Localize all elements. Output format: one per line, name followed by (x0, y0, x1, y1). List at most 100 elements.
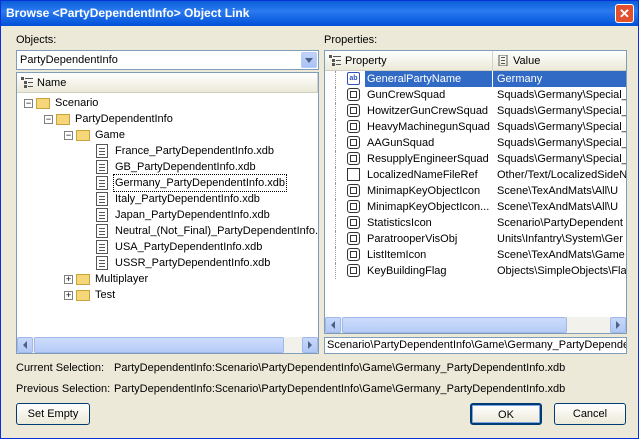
tree-connector (335, 87, 337, 103)
object-tree-panel[interactable]: Name − Scenario − PartyDependentInfo − Game Fr… (16, 72, 319, 354)
collapse-icon[interactable]: − (44, 115, 53, 124)
tree-item[interactable]: France_PartyDependentInfo.xdb (17, 143, 318, 159)
property-row[interactable]: ab GeneralPartyName Germany (325, 71, 626, 87)
properties-panel[interactable]: Property Value ab GeneralPartyName Germany… (324, 50, 627, 334)
props-scroll-thumb[interactable] (342, 317, 567, 333)
tree-column-icon (21, 77, 33, 88)
tree-item-label: Multiplayer (95, 273, 149, 285)
file-icon (96, 144, 108, 158)
column-header-name[interactable]: Name (17, 73, 318, 93)
link-icon (347, 136, 360, 149)
collapse-icon[interactable]: − (24, 99, 33, 108)
ok-button[interactable]: OK (470, 403, 542, 425)
tree-item[interactable]: Japan_PartyDependentInfo.xdb (17, 207, 318, 223)
tree-connector (335, 71, 337, 87)
folder-icon (36, 98, 50, 109)
tree-item[interactable]: Germany_PartyDependentInfo.xdb (17, 174, 318, 192)
property-row[interactable]: LocalizedNameFileRef Other/Text/Localized… (325, 167, 626, 183)
property-row[interactable]: KeyBuildingFlag Objects\SimpleObjects\Fla (325, 263, 626, 279)
property-value: Objects\SimpleObjects\Fla (497, 265, 626, 277)
property-column-icon (329, 55, 341, 66)
property-value: Squads\Germany\Special_ (497, 137, 626, 149)
tree-item-label: Scenario (55, 97, 99, 109)
tree-item[interactable]: GB_PartyDependentInfo.xdb (17, 159, 318, 175)
tree-connector (335, 183, 337, 199)
link-icon (347, 184, 360, 197)
link-icon (347, 216, 360, 229)
property-row[interactable]: ParatrooperVisObj Units\Infantry\System\G… (325, 231, 626, 247)
tree-item[interactable]: − Scenario (17, 95, 318, 111)
link-icon (347, 232, 360, 245)
property-row[interactable]: GunCrewSquad Squads\Germany\Special_ (325, 87, 626, 103)
tree-item[interactable]: + Multiplayer (17, 271, 318, 287)
tree-item[interactable]: USA_PartyDependentInfo.xdb (17, 239, 318, 255)
tree-item[interactable]: − Game (17, 127, 318, 143)
property-value: Squads\Germany\Special_ (497, 153, 626, 165)
property-row[interactable]: StatisticsIcon Scenario\PartyDependent (325, 215, 626, 231)
collapse-icon[interactable]: − (64, 131, 73, 140)
folder-icon (76, 290, 90, 301)
column-value-label: Value (513, 55, 541, 67)
link-icon (347, 152, 360, 165)
tree-connector (335, 247, 337, 263)
property-row[interactable]: MinimapKeyObjectIcon... Scene\TexAndMats\… (325, 199, 626, 215)
property-row[interactable]: MinimapKeyObjectIcon Scene\TexAndMats\All… (325, 183, 626, 199)
property-row[interactable]: HeavyMachinegunSquad Squads\Germany\Speci… (325, 119, 626, 135)
set-empty-button[interactable]: Set Empty (16, 403, 90, 425)
file-icon (96, 224, 108, 238)
property-name: ResupplyEngineerSquad (367, 153, 489, 165)
property-name: KeyBuildingFlag (367, 265, 447, 277)
props-scroll-right-button[interactable] (610, 317, 626, 333)
object-type-value: PartyDependentInfo (20, 54, 118, 66)
tree-scroll-thumb[interactable] (34, 337, 284, 353)
link-icon (347, 264, 360, 277)
tree-item[interactable]: Italy_PartyDependentInfo.xdb (17, 191, 318, 207)
tree-item-label: Italy_PartyDependentInfo.xdb (115, 193, 260, 205)
tree-item[interactable]: Neutral_(Not_Final)_PartyDependentInfo.x… (17, 223, 318, 239)
property-row[interactable]: AAGunSquad Squads\Germany\Special_ (325, 135, 626, 151)
property-row[interactable]: ListItemIcon Scene\TexAndMats\Game (325, 247, 626, 263)
scroll-right-button[interactable] (302, 337, 318, 353)
tree-item[interactable]: USSR_PartyDependentInfo.xdb (17, 255, 318, 271)
selected-path-field[interactable]: Scenario\PartyDependentInfo\Game\Germany… (324, 337, 627, 354)
column-property-label: Property (345, 55, 387, 67)
expand-icon[interactable]: + (64, 275, 73, 284)
close-icon: ✕ (619, 6, 630, 21)
expand-icon[interactable]: + (64, 291, 73, 300)
tree-item-label: Germany_PartyDependentInfo.xdb (113, 174, 287, 192)
property-value: Units\Infantry\System\Ger (497, 233, 623, 245)
property-row[interactable]: HowitzerGunCrewSquad Squads\Germany\Speci… (325, 103, 626, 119)
property-value: Squads\Germany\Special_ (497, 105, 626, 117)
properties-horizontal-scrollbar[interactable] (325, 317, 626, 333)
arrow-left-icon (23, 341, 27, 349)
column-name-label: Name (37, 77, 67, 89)
folder-icon (76, 130, 90, 141)
tree-connector (335, 119, 337, 135)
cancel-button[interactable]: Cancel (554, 403, 626, 425)
title-bar[interactable]: Browse <PartyDependentInfo> Object Link … (1, 1, 638, 26)
column-header-value[interactable]: Value (493, 51, 626, 71)
window-title: Browse <PartyDependentInfo> Object Link (6, 6, 250, 20)
chevron-down-icon[interactable] (301, 52, 317, 68)
property-row[interactable]: ResupplyEngineerSquad Squads\Germany\Spec… (325, 151, 626, 167)
tree-item[interactable]: − PartyDependentInfo (17, 111, 318, 127)
scroll-left-button[interactable] (17, 337, 33, 353)
column-header-property[interactable]: Property (325, 51, 493, 71)
objects-label: Objects: (16, 34, 57, 46)
property-name: LocalizedNameFileRef (367, 169, 478, 181)
tree-item[interactable]: + Test (17, 287, 318, 303)
object-type-combo[interactable]: PartyDependentInfo (16, 50, 319, 70)
close-button[interactable]: ✕ (615, 4, 634, 23)
tree-item-label: France_PartyDependentInfo.xdb (115, 145, 274, 157)
current-selection-value: PartyDependentInfo:Scenario\PartyDepende… (114, 362, 566, 374)
previous-selection-value: PartyDependentInfo:Scenario\PartyDepende… (114, 383, 566, 395)
tree-horizontal-scrollbar[interactable] (17, 337, 318, 353)
property-name: MinimapKeyObjectIcon... (367, 201, 490, 213)
link-icon (347, 120, 360, 133)
tree-connector (335, 135, 337, 151)
props-scroll-left-button[interactable] (325, 317, 341, 333)
file-icon (96, 208, 108, 222)
tree-header: Name (17, 73, 318, 93)
property-name: GunCrewSquad (367, 89, 446, 101)
property-value: Scene\TexAndMats\Game (497, 249, 625, 261)
